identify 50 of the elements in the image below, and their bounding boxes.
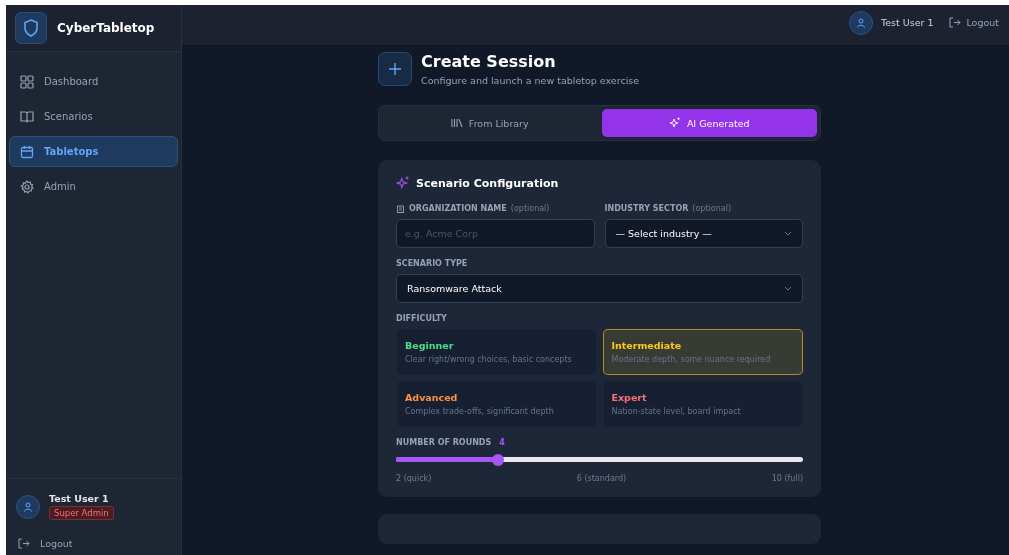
page-title: Create Session	[421, 52, 557, 71]
user-name: Test User 1	[881, 17, 934, 28]
gear-icon	[20, 179, 34, 194]
logout-icon	[18, 538, 30, 549]
field-label: INDUSTRY SECTOR	[604, 204, 689, 213]
card-title: Scenario Configuration	[416, 176, 559, 190]
difficulty-option[interactable]: Expert Nation-state level, board impact	[602, 381, 803, 427]
industry-select[interactable]: — Select industry —	[604, 219, 803, 248]
tab[interactable]: From Library	[382, 109, 598, 137]
sidebar-item[interactable]: Scenarios	[9, 101, 178, 132]
logout-link[interactable]: Logout	[16, 538, 171, 549]
book-icon	[20, 109, 34, 124]
difficulty-option[interactable]: Advanced Complex trade-offs, significant depth	[396, 381, 597, 427]
user-name: Test User 1	[49, 493, 109, 504]
field-label: SCENARIO TYPE	[396, 259, 468, 268]
sidebar-item[interactable]: Tabletops	[9, 136, 178, 167]
difficulty-option[interactable]: Beginner Clear right/wrong choices, basic concepts	[396, 329, 597, 375]
avatar-icon	[16, 494, 40, 519]
organization-input[interactable]: e.g. Acme Corp	[396, 219, 595, 248]
shield-logo-icon	[15, 12, 47, 44]
field-label: DIFFICULTY	[396, 314, 447, 323]
scenario-select[interactable]: Ransomware Attack	[396, 274, 803, 303]
plus-icon	[378, 52, 412, 86]
page-subtitle: Configure and launch a new tabletop exercise	[421, 75, 640, 86]
optional-hint: (optional)	[510, 204, 550, 213]
tab[interactable]: AI Generated	[601, 109, 817, 137]
difficulty-option[interactable]: Intermediate Moderate depth, some nuance required	[602, 329, 803, 375]
calendar-icon	[20, 144, 34, 159]
rounds-value: 4	[499, 438, 505, 447]
tick-label: 6 (standard)	[576, 474, 627, 483]
building-icon	[396, 204, 405, 213]
logout-icon	[949, 17, 962, 28]
sparkle-icon	[668, 117, 681, 129]
sidebar-item[interactable]: Dashboard	[9, 66, 178, 97]
logout-link[interactable]: Logout	[949, 17, 999, 28]
sparkle-icon	[396, 176, 410, 190]
grid-icon	[20, 74, 34, 89]
optional-hint: (optional)	[692, 204, 731, 213]
role-badge: Super Admin	[49, 506, 114, 520]
app-name: CyberTabletop	[57, 21, 155, 35]
field-label: NUMBER OF ROUNDS	[396, 438, 492, 447]
chevron-down-icon	[784, 286, 792, 291]
chevron-down-icon	[784, 231, 792, 236]
field-label: ORGANIZATION NAME	[409, 204, 507, 213]
avatar-icon	[849, 10, 873, 35]
tick-label: 2 (quick)	[396, 474, 432, 483]
slider-thumb[interactable]	[491, 453, 504, 466]
sidebar-item[interactable]: Admin	[9, 171, 178, 202]
tick-label: 10 (full)	[771, 474, 803, 483]
library-icon	[450, 118, 463, 128]
